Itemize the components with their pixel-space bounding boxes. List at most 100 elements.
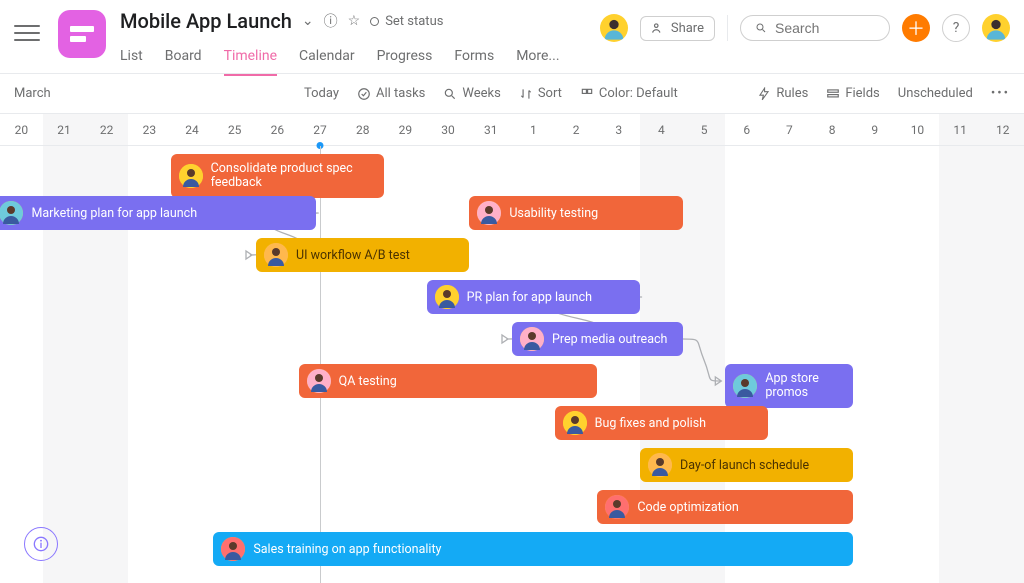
project-title[interactable]: Mobile App Launch <box>120 9 292 33</box>
task-label: Code optimization <box>637 500 738 515</box>
task-bugfix[interactable]: Bug fixes and polish <box>555 406 768 440</box>
member-avatar[interactable] <box>600 14 628 42</box>
tab-forms[interactable]: Forms <box>454 42 494 76</box>
status-label: Set status <box>385 14 443 29</box>
share-label: Share <box>671 21 704 36</box>
zoom-weeks[interactable]: Weeks <box>443 86 500 101</box>
task-consolidate[interactable]: Consolidate product spec feedback <box>171 154 384 198</box>
day-header: 6 <box>725 114 768 145</box>
date-strip: 202122232425262728293031123456789101112 <box>0 114 1024 146</box>
header-right: Share ＋ ? <box>600 14 1010 42</box>
status-dot-icon <box>370 17 379 26</box>
tab-list[interactable]: List <box>120 42 143 76</box>
assignee-avatar <box>179 164 203 188</box>
today-button[interactable]: Today <box>304 86 339 101</box>
check-circle-icon <box>357 87 371 101</box>
assignee-avatar <box>264 243 288 267</box>
task-label: UI workflow A/B test <box>296 248 410 263</box>
tab-timeline[interactable]: Timeline <box>224 42 277 76</box>
assignee-avatar <box>0 201 23 225</box>
fields-icon <box>826 87 840 101</box>
people-icon <box>651 21 665 35</box>
task-label: QA testing <box>339 374 397 389</box>
day-header: 30 <box>427 114 470 145</box>
assignee-avatar <box>520 327 544 351</box>
day-header: 23 <box>128 114 171 145</box>
day-header: 8 <box>811 114 854 145</box>
project-meta: Mobile App Launch ⌄ ⓘ ☆ Set status List B… <box>120 6 600 76</box>
task-label: Usability testing <box>509 206 598 221</box>
tab-calendar[interactable]: Calendar <box>299 42 355 76</box>
task-label: Sales training on app functionality <box>253 542 441 557</box>
task-abtest[interactable]: UI workflow A/B test <box>256 238 469 272</box>
task-label: PR plan for app launch <box>467 290 592 305</box>
day-header: 31 <box>469 114 512 145</box>
task-codeopt[interactable]: Code optimization <box>597 490 853 524</box>
month-label: March <box>14 86 304 101</box>
search-input[interactable] <box>775 20 875 36</box>
assignee-avatar <box>307 369 331 393</box>
assignee-avatar <box>605 495 629 519</box>
day-header: 28 <box>341 114 384 145</box>
assignee-avatar <box>648 453 672 477</box>
day-header: 4 <box>640 114 683 145</box>
all-tasks-filter[interactable]: All tasks <box>357 86 425 101</box>
task-dayof[interactable]: Day-of launch schedule <box>640 448 853 482</box>
tab-board[interactable]: Board <box>165 42 202 76</box>
task-label: Prep media outreach <box>552 332 667 347</box>
task-label: App store promos <box>765 372 843 400</box>
task-prep[interactable]: Prep media outreach <box>512 322 683 356</box>
search-box[interactable] <box>740 15 890 41</box>
task-label: Marketing plan for app launch <box>31 206 197 221</box>
info-icon[interactable]: ⓘ <box>324 11 338 31</box>
menu-toggle-icon[interactable] <box>14 20 40 46</box>
day-header: 20 <box>0 114 43 145</box>
day-header: 24 <box>171 114 214 145</box>
project-icon[interactable] <box>58 10 106 58</box>
rules-button[interactable]: Rules <box>757 86 808 101</box>
project-tabs: List Board Timeline Calendar Progress Forms Mo… <box>120 42 600 76</box>
task-sales[interactable]: Sales training on app functionality <box>213 532 853 566</box>
day-header: 21 <box>43 114 86 145</box>
chevron-down-icon[interactable]: ⌄ <box>302 13 314 29</box>
assignee-avatar <box>435 285 459 309</box>
task-appstore[interactable]: App store promos <box>725 364 853 408</box>
task-usability[interactable]: Usability testing <box>469 196 682 230</box>
help-button[interactable]: ? <box>942 14 970 42</box>
timeline-toolbar: March Today All tasks Weeks Sort Color: … <box>0 74 1024 114</box>
set-status-button[interactable]: Set status <box>370 14 443 29</box>
timeline-body[interactable]: Consolidate product spec feedback Marketi… <box>0 146 1024 583</box>
sort-icon <box>519 87 533 101</box>
user-avatar[interactable] <box>982 14 1010 42</box>
task-label: Day-of launch schedule <box>680 458 809 473</box>
task-marketing[interactable]: Marketing plan for app launch <box>0 196 316 230</box>
color-button[interactable]: Color: Default <box>580 86 678 101</box>
task-label: Bug fixes and polish <box>595 416 706 431</box>
day-header: 1 <box>512 114 555 145</box>
day-header: 22 <box>85 114 128 145</box>
day-header: 10 <box>896 114 939 145</box>
star-icon[interactable]: ☆ <box>348 13 361 29</box>
create-button[interactable]: ＋ <box>902 14 930 42</box>
fields-button[interactable]: Fields <box>826 86 879 101</box>
bolt-icon <box>757 87 771 101</box>
divider <box>727 15 728 41</box>
topbar: Mobile App Launch ⌄ ⓘ ☆ Set status List B… <box>0 0 1024 74</box>
day-header: 29 <box>384 114 427 145</box>
day-header: 9 <box>853 114 896 145</box>
sort-button[interactable]: Sort <box>519 86 562 101</box>
floating-info-button[interactable] <box>24 527 58 561</box>
unscheduled-button[interactable]: Unscheduled <box>898 86 973 101</box>
day-header: 26 <box>256 114 299 145</box>
task-pr[interactable]: PR plan for app launch <box>427 280 640 314</box>
more-menu-icon[interactable]: ••• <box>991 86 1010 101</box>
day-header: 11 <box>939 114 982 145</box>
day-header: 2 <box>555 114 598 145</box>
share-button[interactable]: Share <box>640 16 715 41</box>
task-qa[interactable]: QA testing <box>299 364 598 398</box>
day-header: 5 <box>683 114 726 145</box>
tab-more[interactable]: More... <box>516 42 559 76</box>
tab-progress[interactable]: Progress <box>377 42 433 76</box>
assignee-avatar <box>563 411 587 435</box>
assignee-avatar <box>221 537 245 561</box>
